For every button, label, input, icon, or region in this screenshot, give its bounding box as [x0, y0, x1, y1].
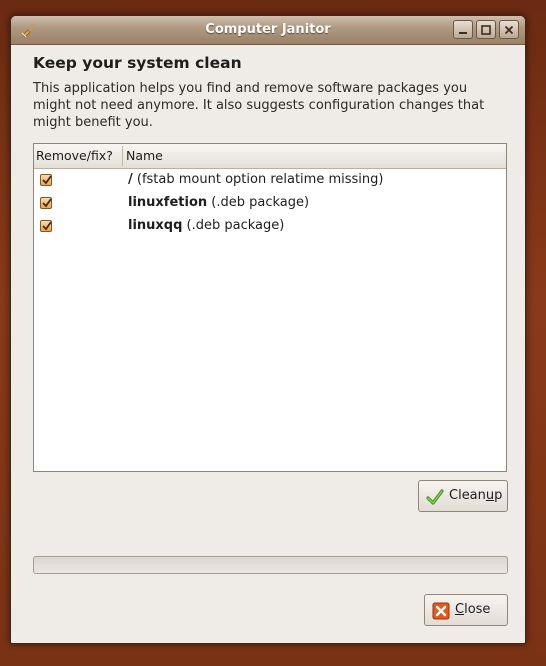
close-window-icon [504, 25, 514, 35]
row-item-detail: (.deb package) [182, 218, 285, 233]
minimize-button[interactable] [453, 20, 473, 39]
checkbox-check-icon [42, 221, 52, 231]
checkmark-icon [426, 488, 444, 506]
maximize-icon [481, 25, 491, 35]
progress-bar [33, 556, 508, 574]
main-window: Computer Janitor Keep your system clean … [10, 15, 526, 644]
maximize-button[interactable] [476, 20, 496, 39]
column-separator[interactable] [122, 146, 123, 166]
remove-fix-checkbox[interactable] [40, 197, 52, 209]
checkbox-check-icon [42, 175, 52, 185]
row-item-detail: (.deb package) [207, 195, 310, 210]
row-item-name: linuxqq [128, 218, 183, 233]
row-item-detail: (fstab mount option relatime missing) [132, 172, 384, 187]
row-name: / (fstab mount option relatime missing) [128, 172, 383, 187]
page-heading: Keep your system clean [33, 54, 242, 72]
close-label-mnemonic: C [455, 602, 465, 617]
list-row[interactable]: linuxfetion (.deb package) [34, 192, 506, 215]
checkbox-check-icon [42, 198, 52, 208]
list-row[interactable]: linuxqq (.deb package) [34, 215, 506, 238]
column-header-remove-fix[interactable]: Remove/fix? [36, 148, 113, 163]
list-row[interactable]: / (fstab mount option relatime missing) [34, 169, 506, 192]
row-name: linuxqq (.deb package) [128, 218, 284, 233]
page-description: This application helps you find and remo… [33, 81, 485, 130]
cleanup-button-label: Cleanup [449, 488, 502, 503]
row-name: linuxfetion (.deb package) [128, 195, 309, 210]
close-button-label: Close [455, 602, 490, 617]
cleanup-button[interactable]: Cleanup [418, 480, 508, 512]
title-bar[interactable]: Computer Janitor [11, 16, 525, 45]
packages-list[interactable]: Remove/fix? Name / (fstab mount option r… [33, 143, 507, 472]
close-label-part: lose [464, 602, 491, 617]
close-x-icon [432, 602, 450, 620]
close-button[interactable]: Close [424, 594, 508, 626]
remove-fix-checkbox[interactable] [40, 220, 52, 232]
remove-fix-checkbox[interactable] [40, 174, 52, 186]
cleanup-label-part: p [494, 488, 503, 503]
minimize-icon [459, 32, 467, 34]
close-window-button[interactable] [499, 20, 519, 39]
column-header-name[interactable]: Name [126, 148, 163, 163]
cleanup-label-part: Clean [449, 488, 486, 503]
row-item-name: linuxfetion [128, 195, 208, 210]
cleanup-label-mnemonic: u [485, 488, 495, 503]
window-title: Computer Janitor [205, 22, 331, 37]
list-header: Remove/fix? Name [34, 144, 506, 169]
